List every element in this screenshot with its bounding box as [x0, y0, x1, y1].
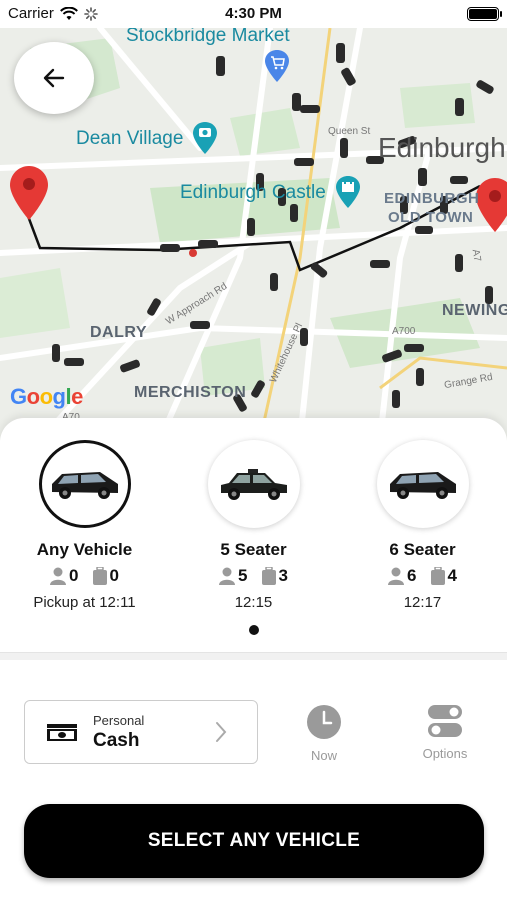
options-button[interactable]: Options — [405, 704, 485, 761]
payment-method: Cash — [93, 729, 140, 751]
car-icon — [51, 472, 118, 499]
vehicle-image — [38, 440, 131, 528]
divider — [0, 652, 507, 660]
pickup-time: 12:15 — [234, 594, 273, 611]
vehicle-list: Any Vehicle 0 0 Pickup at 12:11 5 Seater… — [0, 440, 507, 611]
cash-icon — [47, 724, 77, 741]
luggage-count: 3 — [278, 566, 288, 585]
luggage-icon — [92, 567, 107, 585]
payment-selector[interactable]: Personal Cash — [24, 700, 258, 764]
person-icon — [388, 567, 405, 585]
page-indicator-dot — [249, 625, 259, 635]
map-label-dean-village: Dean Village — [76, 128, 184, 149]
map-label-edinburgh: Edinburgh — [378, 132, 506, 163]
map-label-old-town-1: EDINBURGH — [384, 190, 480, 207]
passenger-count: 0 — [69, 566, 79, 585]
map-label-queen-st: Queen St — [328, 126, 371, 137]
vehicle-image — [207, 440, 300, 528]
vehicle-option-6-seater[interactable]: 6 Seater 6 4 12:17 — [338, 440, 507, 611]
luggage-count: 0 — [109, 566, 119, 585]
vehicle-name: Any Vehicle — [36, 540, 133, 559]
vehicle-option-5-seater[interactable]: 5 Seater 5 3 12:15 — [169, 440, 338, 611]
person-icon — [50, 567, 67, 585]
options-label: Options — [422, 746, 468, 761]
pickup-time: 12:17 — [403, 594, 442, 611]
map-label-merchiston: MERCHISTON — [134, 384, 247, 401]
luggage-count: 4 — [447, 566, 457, 585]
status-bar: Carrier 4:30 PM — [0, 0, 507, 28]
vehicle-sheet: Any Vehicle 0 0 Pickup at 12:11 5 Seater… — [0, 418, 507, 900]
back-arrow-icon — [43, 68, 65, 88]
passenger-count: 5 — [238, 566, 248, 585]
chevron-right-icon — [216, 722, 227, 742]
select-vehicle-button[interactable]: SELECT ANY VEHICLE — [24, 804, 484, 878]
passenger-count: 6 — [407, 566, 417, 585]
car-icon — [220, 469, 287, 500]
car-icon — [389, 472, 456, 499]
vehicle-capacity: 6 4 — [388, 566, 457, 586]
toggle-icon — [428, 705, 462, 737]
vehicle-capacity: 0 0 — [50, 566, 119, 586]
now-label: Now — [310, 748, 337, 763]
map-label-newington: NEWING — [442, 302, 507, 319]
vehicle-name: 6 Seater — [389, 540, 456, 559]
map-label-a700: A700 — [392, 326, 416, 337]
vehicle-image — [376, 440, 469, 528]
google-logo: Google — [10, 384, 83, 409]
map-label-stockbridge: Stockbridge Market — [126, 28, 290, 46]
now-button[interactable]: Now — [290, 704, 358, 763]
pickup-time: Pickup at 12:11 — [33, 594, 136, 611]
person-icon — [219, 567, 236, 585]
luggage-icon — [430, 567, 445, 585]
vehicle-name: 5 Seater — [220, 540, 287, 559]
vehicle-option-any[interactable]: Any Vehicle 0 0 Pickup at 12:11 — [0, 440, 169, 611]
luggage-icon — [261, 567, 276, 585]
clock-icon — [307, 705, 341, 739]
map-label-a7: A7 — [469, 248, 483, 263]
vehicle-capacity: 5 3 — [219, 566, 288, 586]
map-label-dalry: DALRY — [90, 324, 148, 341]
map-label-edinburgh-castle: Edinburgh Castle — [180, 182, 326, 203]
payment-type: Personal — [93, 712, 145, 728]
status-time: 4:30 PM — [225, 5, 282, 22]
back-button[interactable] — [14, 42, 94, 114]
battery-icon — [467, 7, 502, 21]
map-label-old-town-2: OLD TOWN — [388, 209, 474, 226]
